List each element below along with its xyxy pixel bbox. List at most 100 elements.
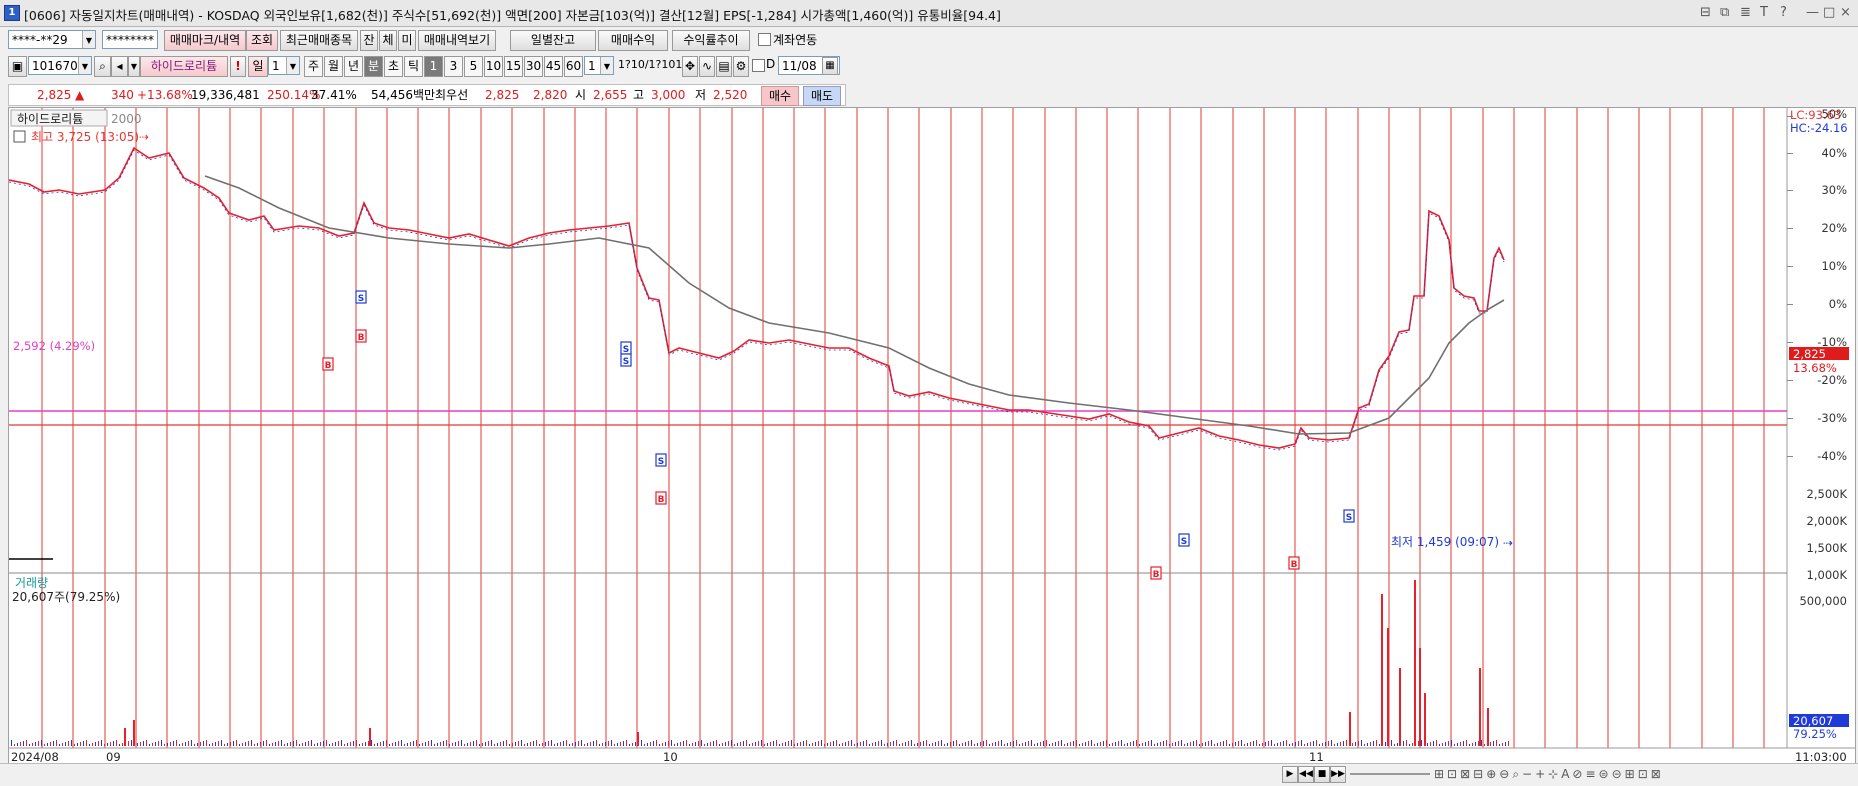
volume-bar [133, 720, 135, 746]
weekly-button[interactable]: 주 [304, 56, 323, 77]
profit-rate-button[interactable]: 수익률추이 [672, 30, 750, 51]
window-list-icon[interactable]: ≣ [1740, 5, 1751, 20]
tick-button[interactable]: 틱 [404, 56, 423, 77]
volume-bar [860, 742, 861, 746]
volume-bar [227, 743, 228, 746]
window-copy-icon[interactable]: ⧉ [1720, 5, 1729, 20]
volume-bar [1381, 594, 1383, 746]
save-icon[interactable]: ▤ [716, 56, 732, 77]
search-icon[interactable]: ⌕ [94, 56, 111, 77]
volume-bar [1190, 742, 1191, 746]
interval-60-button[interactable]: 60 [564, 56, 583, 77]
password-field[interactable]: ******** [102, 30, 158, 49]
volume-bar [500, 742, 501, 746]
volume-bar [509, 744, 510, 746]
font-icon[interactable]: T [1760, 5, 1768, 20]
interval-select[interactable]: 1 ▼ [584, 56, 614, 75]
volume-bar [1166, 740, 1167, 746]
interval-30-button[interactable]: 30 [524, 56, 543, 77]
interval-5-button[interactable]: 5 [464, 56, 483, 77]
trade-mark-button[interactable]: 매매마크/내역 [164, 30, 246, 51]
daily-balance-button[interactable]: 일별잔고 [510, 30, 596, 51]
chevron-down-icon[interactable]: ▼ [78, 57, 91, 74]
volume-bar [551, 740, 552, 746]
alert-button[interactable]: ! [230, 56, 246, 77]
minute-button[interactable]: 분 [364, 56, 383, 77]
unfilled-button[interactable]: 미 [398, 30, 416, 51]
recent-trades-button[interactable]: 최근매매종목 [280, 30, 358, 51]
interval-45-button[interactable]: 45 [544, 56, 563, 77]
account-link-checkbox[interactable] [758, 33, 771, 46]
volume-bar [1202, 743, 1203, 746]
scroll-right-icon[interactable]: ▶ [1282, 766, 1298, 783]
maximize-icon[interactable]: □ [1823, 5, 1835, 20]
trend-icon[interactable]: ∿ [699, 56, 715, 77]
speaker-icon[interactable]: ◂ [111, 56, 128, 77]
buy-button[interactable]: 매수 [761, 86, 799, 106]
chart-menu-icon[interactable]: ▣ [8, 56, 27, 77]
info-box-icon [13, 130, 26, 143]
volume-bar [143, 741, 144, 746]
rewind-icon[interactable]: ◀◀ [1298, 766, 1314, 783]
zoom-slider[interactable] [1350, 773, 1430, 775]
chevron-down-icon[interactable]: ▼ [600, 57, 613, 74]
forward-icon[interactable]: ▶▶ [1330, 766, 1346, 783]
interval-15-button[interactable]: 15 [504, 56, 523, 77]
balance-button[interactable]: 잔 [360, 30, 378, 51]
stock-name-button[interactable]: 하이드로리튬 [140, 56, 228, 77]
trade-history-button[interactable]: 매매내역보기 [418, 30, 496, 51]
chevron-down-icon[interactable]: ▼ [286, 57, 299, 74]
interval-3-button[interactable]: 3 [444, 56, 463, 77]
volume-bar [1325, 742, 1326, 746]
volume-bar [1121, 740, 1122, 746]
volume-bar [1337, 743, 1338, 746]
volume-bar [959, 744, 960, 746]
volume-bar [473, 741, 474, 746]
volume-bar [794, 744, 795, 746]
title-bar: 1 [0606] 자동일지차트(매매내역) - KOSDAQ 외국인보유[1,6… [0, 0, 1858, 27]
x-label-aug: 2024/08 [11, 750, 59, 764]
volume-bar [545, 742, 546, 746]
settings-icon[interactable]: ⚙ [733, 56, 749, 77]
minimize-icon[interactable]: — [1806, 5, 1819, 20]
volume-bar [293, 741, 294, 746]
interval-1-button[interactable]: 1 [424, 56, 443, 77]
monthly-button[interactable]: 월 [324, 56, 343, 77]
account-select[interactable]: ****-**29 ▼ [8, 30, 96, 49]
second-button[interactable]: 초 [384, 56, 403, 77]
sell-button[interactable]: 매도 [803, 86, 841, 106]
trade-profit-button[interactable]: 매매수익 [598, 30, 668, 51]
crosshair-icon[interactable]: ✥ [682, 56, 698, 77]
chevron-down-icon[interactable]: ▼ [128, 56, 140, 77]
volume-bar [1040, 742, 1041, 746]
chart-area[interactable]: BSBSSSBSBBS 하이드로리튬 2000 최고 3,725 (13:05)… [8, 107, 1856, 769]
window-tile-icon[interactable]: ⊟ [1700, 5, 1711, 20]
executed-button[interactable]: 체 [379, 30, 397, 51]
period-count-select[interactable]: 1 ▼ [268, 56, 300, 75]
volume-bar [695, 742, 696, 746]
volume-bar [461, 740, 462, 746]
close-icon[interactable]: × [1840, 5, 1851, 20]
volume-bar [659, 744, 660, 746]
help-icon[interactable]: ? [1780, 5, 1787, 20]
yearly-button[interactable]: 년 [344, 56, 363, 77]
volume-bar [827, 743, 828, 746]
volume-bar [1286, 740, 1287, 746]
volume-bar [614, 744, 615, 746]
calendar-icon[interactable]: ▦ [822, 57, 838, 75]
volume-bar [755, 742, 756, 746]
sell-marker-label: S [1346, 513, 1352, 523]
stop-icon[interactable]: ■ [1314, 766, 1330, 783]
daily-button[interactable]: 일 [248, 56, 268, 77]
volume-bar [866, 740, 867, 746]
d-checkbox[interactable] [752, 59, 765, 72]
buy-marker-label: B [658, 495, 665, 505]
interval-10-button[interactable]: 10 [484, 56, 503, 77]
stock-code-input[interactable]: 101670 ▼ [28, 56, 92, 75]
tool-icons[interactable]: ⊞⊡⊠⊟⊕⊖⌕−+⊹A⊘≡⊜⊝⊞⊡⊠ [1434, 767, 1664, 782]
volume-bar [1127, 743, 1128, 746]
volume-bar [224, 744, 225, 746]
query-button[interactable]: 조회 [246, 30, 278, 51]
price-volume-chart[interactable]: BSBSSSBSBBS 하이드로리튬 2000 최고 3,725 (13:05)… [9, 108, 1855, 768]
chevron-down-icon[interactable]: ▼ [82, 31, 95, 48]
